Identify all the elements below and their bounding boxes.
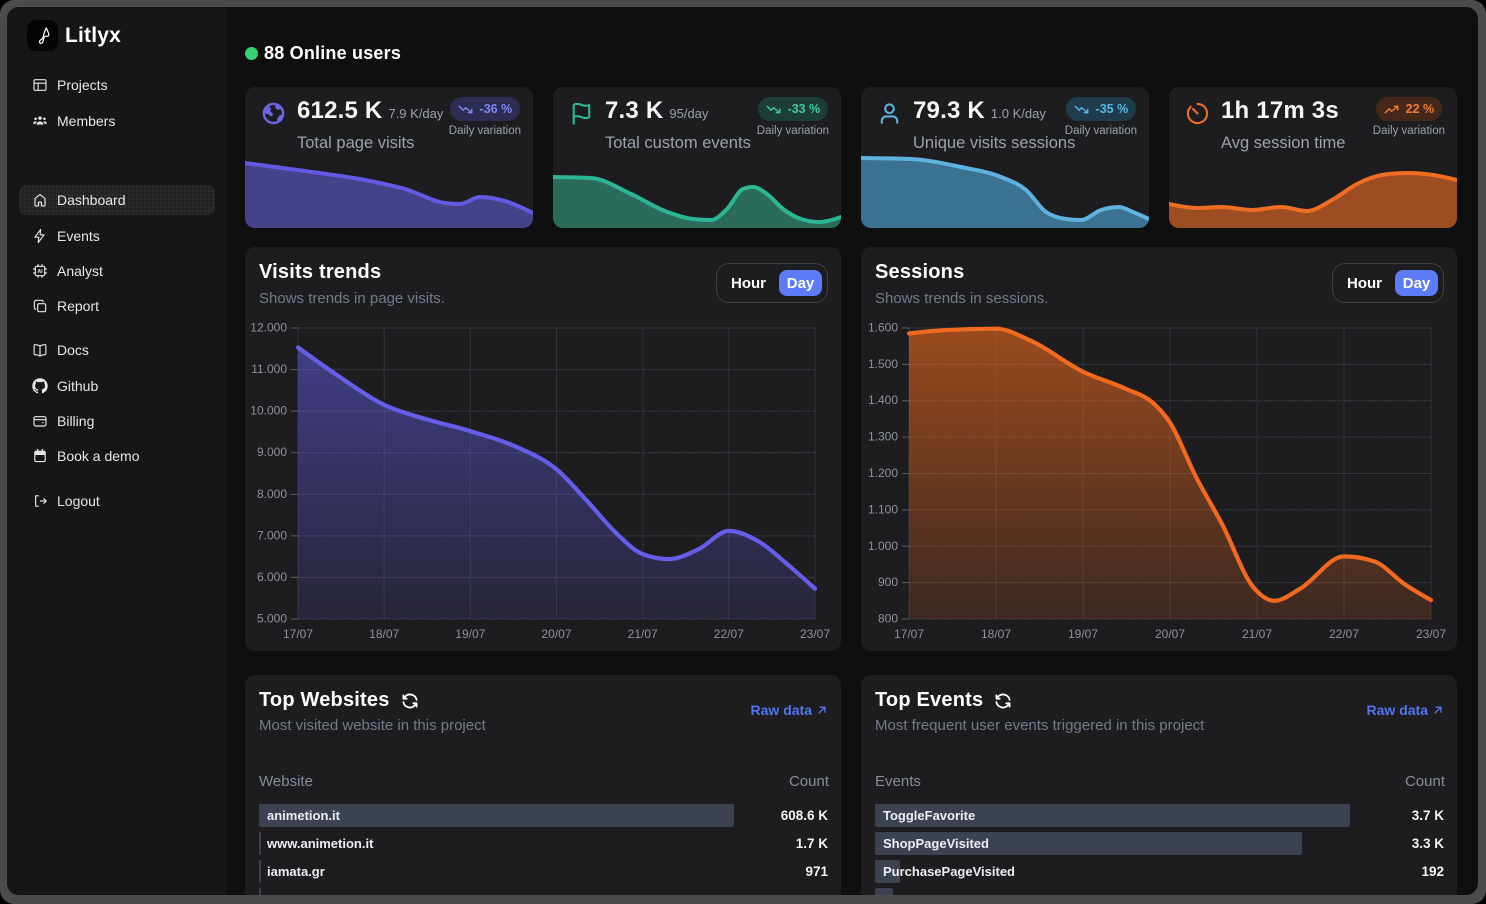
svg-text:12.000: 12.000 <box>250 321 287 335</box>
svg-text:10.000: 10.000 <box>250 404 287 418</box>
svg-text:21/07: 21/07 <box>628 627 658 641</box>
svg-text:20/07: 20/07 <box>541 627 571 641</box>
svg-text:23/07: 23/07 <box>800 627 830 641</box>
svg-text:22/07: 22/07 <box>1329 627 1359 641</box>
svg-text:6.000: 6.000 <box>257 570 287 584</box>
svg-text:19/07: 19/07 <box>455 627 485 641</box>
svg-text:17/07: 17/07 <box>283 627 313 641</box>
svg-text:5.000: 5.000 <box>257 612 287 626</box>
svg-text:20/07: 20/07 <box>1155 627 1185 641</box>
svg-text:21/07: 21/07 <box>1242 627 1272 641</box>
svg-text:18/07: 18/07 <box>369 627 399 641</box>
svg-text:22/07: 22/07 <box>714 627 744 641</box>
svg-text:11.000: 11.000 <box>251 362 287 376</box>
svg-text:800: 800 <box>878 612 898 626</box>
svg-text:23/07: 23/07 <box>1416 627 1446 641</box>
svg-text:1.600: 1.600 <box>868 321 898 335</box>
svg-text:1.300: 1.300 <box>868 430 898 444</box>
svg-text:1.500: 1.500 <box>868 357 898 371</box>
svg-text:19/07: 19/07 <box>1068 627 1098 641</box>
svg-text:AI: AI <box>37 269 43 275</box>
svg-text:9.000: 9.000 <box>257 445 287 459</box>
svg-text:1.000: 1.000 <box>868 539 898 553</box>
svg-text:8.000: 8.000 <box>257 487 287 501</box>
svg-text:1.100: 1.100 <box>868 502 898 516</box>
svg-text:18/07: 18/07 <box>981 627 1011 641</box>
svg-text:17/07: 17/07 <box>894 627 924 641</box>
svg-text:1.200: 1.200 <box>868 466 898 480</box>
svg-text:900: 900 <box>878 575 898 589</box>
svg-text:7.000: 7.000 <box>257 528 287 542</box>
svg-text:1.400: 1.400 <box>868 393 898 407</box>
